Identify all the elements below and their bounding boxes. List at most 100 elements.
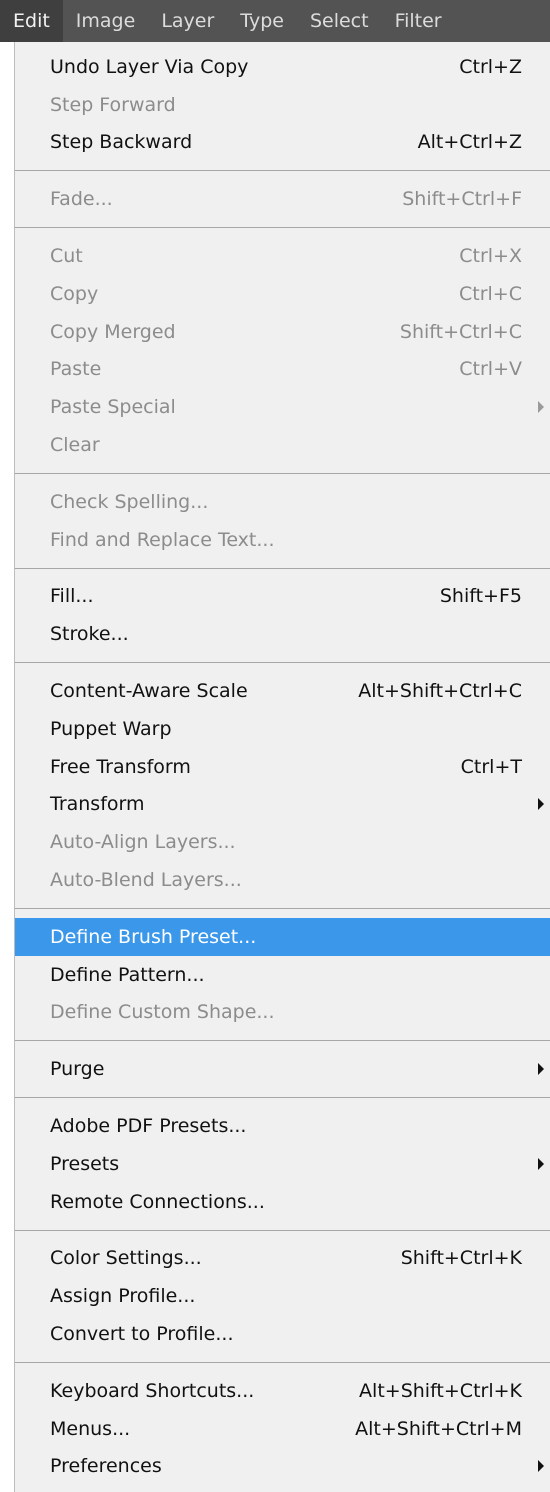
- menu-item-shortcut: Ctrl+Z: [459, 55, 522, 78]
- menubar-filter[interactable]: Filter: [382, 0, 455, 42]
- menu-item-preferences[interactable]: Preferences: [15, 1448, 550, 1486]
- submenu-arrow-icon: [538, 1063, 544, 1076]
- menu-separator: [15, 1229, 550, 1231]
- menu-item-shortcut: Shift+Ctrl+F: [402, 188, 522, 211]
- menu-item-shortcut: Ctrl+T: [460, 755, 522, 778]
- menu-item-remote-connections[interactable]: Remote Connections...: [15, 1183, 550, 1221]
- menu-item-label: Convert to Profile...: [50, 1323, 234, 1345]
- menu-item-label: Color Settings...: [50, 1247, 202, 1270]
- menubar-edit[interactable]: Edit: [0, 0, 63, 42]
- menu-separator: [15, 170, 550, 172]
- menu-separator: [15, 662, 550, 664]
- menubar-image[interactable]: Image: [63, 0, 149, 42]
- menu-item-assign-profile[interactable]: Assign Profile...: [15, 1277, 550, 1315]
- menu-separator: [15, 1097, 550, 1099]
- menu-separator: [15, 1040, 550, 1042]
- submenu-arrow-icon: [538, 798, 544, 811]
- submenu-arrow-icon: [538, 1460, 544, 1473]
- menu-item-shortcut: Shift+Ctrl+K: [400, 1247, 522, 1270]
- menu-item-keyboard-shortcuts[interactable]: Keyboard Shortcuts... Alt+Shift+Ctrl+K: [15, 1372, 550, 1410]
- menu-separator: [15, 567, 550, 569]
- menu-item-content-aware-scale[interactable]: Content-Aware Scale Alt+Shift+Ctrl+C: [15, 672, 550, 710]
- menu-item-shortcut: Ctrl+X: [459, 245, 522, 268]
- menu-item-label: Remote Connections...: [50, 1190, 265, 1213]
- menu-item-label: Assign Profile...: [50, 1285, 196, 1308]
- menu-item-label: Content-Aware Scale: [50, 680, 248, 703]
- menu-item-shortcut: Alt+Ctrl+Z: [417, 131, 522, 154]
- menu-item-label: Undo Layer Via Copy: [50, 55, 249, 78]
- menu-item-auto-align-layers[interactable]: Auto-Align Layers...: [15, 823, 550, 861]
- menu-item-shortcut: Alt+Shift+Ctrl+C: [358, 680, 522, 703]
- menu-item-define-pattern[interactable]: Define Pattern...: [15, 956, 550, 994]
- menu-item-find-and-replace-text[interactable]: Find and Replace Text...: [15, 521, 550, 559]
- menu-item-label: Fill...: [50, 585, 94, 608]
- menu-item-label: Copy Merged: [50, 320, 176, 343]
- menu-item-label: Purge: [50, 1058, 105, 1081]
- menu-item-stroke[interactable]: Stroke...: [15, 615, 550, 653]
- menu-item-shortcut: Shift+Ctrl+C: [399, 320, 522, 343]
- menu-item-label: Cut: [50, 245, 83, 268]
- menu-separator: [15, 227, 550, 229]
- menu-item-label: Fade...: [50, 188, 113, 211]
- menu-item-label: Preferences: [50, 1455, 162, 1478]
- menu-item-label: Auto-Align Layers...: [50, 831, 236, 854]
- menu-item-purge[interactable]: Purge: [15, 1050, 550, 1088]
- menu-item-label: Keyboard Shortcuts...: [50, 1379, 255, 1402]
- menu-item-undo-layer-via-copy[interactable]: Undo Layer Via Copy Ctrl+Z: [15, 48, 550, 86]
- menu-item-label: Step Forward: [50, 93, 176, 116]
- menu-item-cut[interactable]: Cut Ctrl+X: [15, 237, 550, 275]
- menu-item-label: Adobe PDF Presets...: [50, 1115, 247, 1138]
- menu-separator: [15, 1361, 550, 1363]
- menu-item-label: Copy: [50, 282, 99, 305]
- menu-item-presets[interactable]: Presets: [15, 1145, 550, 1183]
- menu-item-menus[interactable]: Menus... Alt+Shift+Ctrl+M: [15, 1410, 550, 1448]
- menu-item-paste[interactable]: Paste Ctrl+V: [15, 351, 550, 389]
- menu-item-label: Check Spelling...: [50, 490, 209, 513]
- menu-item-shortcut: Shift+F5: [439, 585, 522, 608]
- menu-item-adobe-pdf-presets[interactable]: Adobe PDF Presets...: [15, 1107, 550, 1145]
- menu-item-label: Menus...: [50, 1417, 131, 1440]
- menu-item-check-spelling[interactable]: Check Spelling...: [15, 483, 550, 521]
- menu-item-label: Free Transform: [50, 755, 191, 778]
- menu-item-fill[interactable]: Fill... Shift+F5: [15, 578, 550, 616]
- menu-item-color-settings[interactable]: Color Settings... Shift+Ctrl+K: [15, 1240, 550, 1278]
- menu-item-label: Define Custom Shape...: [50, 1001, 275, 1024]
- menu-item-label: Define Pattern...: [50, 963, 205, 986]
- menu-item-label: Puppet Warp: [50, 717, 172, 740]
- menu-item-label: Auto-Blend Layers...: [50, 869, 242, 892]
- menu-item-label: Paste: [50, 358, 102, 381]
- menu-item-shortcut: Ctrl+C: [459, 282, 522, 305]
- menu-item-define-brush-preset[interactable]: Define Brush Preset...: [15, 917, 550, 956]
- menu-item-auto-blend-layers[interactable]: Auto-Blend Layers...: [15, 861, 550, 899]
- menu-item-convert-to-profile[interactable]: Convert to Profile...: [15, 1315, 550, 1353]
- menu-item-label: Transform: [50, 793, 145, 816]
- menu-item-copy[interactable]: Copy Ctrl+C: [15, 275, 550, 313]
- menu-item-fade[interactable]: Fade... Shift+Ctrl+F: [15, 180, 550, 218]
- menubar-type[interactable]: Type: [227, 0, 297, 42]
- menu-item-label: Step Backward: [50, 131, 193, 154]
- menu-item-free-transform[interactable]: Free Transform Ctrl+T: [15, 748, 550, 786]
- menu-bar: Edit Image Layer Type Select Filter: [0, 0, 550, 42]
- menu-item-puppet-warp[interactable]: Puppet Warp: [15, 710, 550, 748]
- menu-separator: [15, 472, 550, 474]
- menu-item-label: Presets: [50, 1152, 120, 1175]
- menu-item-shortcut: Alt+Shift+Ctrl+M: [355, 1417, 522, 1440]
- menu-item-label: Stroke...: [50, 623, 129, 646]
- menu-item-shortcut: Ctrl+V: [459, 358, 522, 381]
- menubar-layer[interactable]: Layer: [148, 0, 227, 42]
- menu-item-copy-merged[interactable]: Copy Merged Shift+Ctrl+C: [15, 313, 550, 351]
- menu-item-transform[interactable]: Transform: [15, 786, 550, 824]
- menu-item-label: Clear: [50, 434, 100, 457]
- menu-item-define-custom-shape[interactable]: Define Custom Shape...: [15, 994, 550, 1032]
- menu-item-label: Paste Special: [50, 396, 176, 419]
- edit-menu-dropdown: Undo Layer Via Copy Ctrl+Z Step Forward Ste…: [14, 42, 550, 1492]
- menu-item-clear[interactable]: Clear: [15, 426, 550, 464]
- menu-item-step-forward[interactable]: Step Forward: [15, 86, 550, 124]
- menu-item-label: Define Brush Preset...: [50, 925, 257, 948]
- menu-item-paste-special[interactable]: Paste Special: [15, 388, 550, 426]
- submenu-arrow-icon: [538, 1157, 544, 1170]
- submenu-arrow-icon: [538, 401, 544, 414]
- menu-item-step-backward[interactable]: Step Backward Alt+Ctrl+Z: [15, 124, 550, 162]
- menu-separator: [15, 907, 550, 909]
- menubar-select[interactable]: Select: [297, 0, 382, 42]
